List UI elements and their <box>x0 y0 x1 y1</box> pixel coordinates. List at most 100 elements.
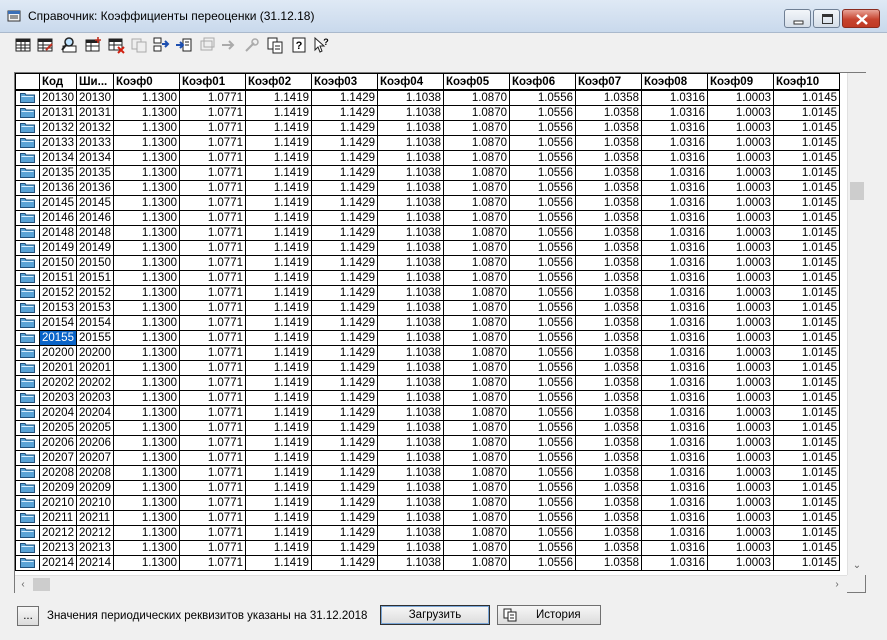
row-folder-cell[interactable] <box>15 405 40 421</box>
coefficient-cell[interactable]: 1.0556 <box>509 270 576 286</box>
table-row[interactable]: 20207 20207 1.1300 1.0771 1.1419 1.1429 1.1038… <box>15 450 840 466</box>
table-row[interactable]: 20151 20151 1.1300 1.0771 1.1419 1.1429 1.1038… <box>15 270 840 286</box>
table-row[interactable]: 20205 20205 1.1300 1.0771 1.1419 1.1429 1.1038… <box>15 420 840 436</box>
coefficient-cell[interactable]: 1.0003 <box>707 360 774 376</box>
coefficient-cell[interactable]: 1.0556 <box>509 285 576 301</box>
coefficient-cell[interactable]: 1.0771 <box>179 480 246 496</box>
coefficient-cell[interactable]: 1.0556 <box>509 105 576 121</box>
coefficient-cell[interactable]: 1.1038 <box>377 150 444 166</box>
table-row[interactable]: 20155 20155 1.1300 1.0771 1.1419 1.1429 1.1038… <box>15 330 840 346</box>
coefficient-cell[interactable]: 1.0556 <box>509 480 576 496</box>
coefficient-cell[interactable]: 1.1419 <box>245 240 312 256</box>
coefficient-cell[interactable]: 1.0771 <box>179 315 246 331</box>
coefficient-cell[interactable]: 1.1300 <box>113 375 180 391</box>
coefficient-cell[interactable]: 1.0316 <box>641 450 708 466</box>
coefficient-cell[interactable]: 1.1419 <box>245 405 312 421</box>
coefficient-cell[interactable]: 1.0003 <box>707 240 774 256</box>
coefficient-cell[interactable]: 1.0358 <box>575 450 642 466</box>
code-cell[interactable]: 20132 <box>39 120 77 136</box>
coefficient-cell[interactable]: 1.0316 <box>641 150 708 166</box>
coefficient-cell[interactable]: 1.0003 <box>707 525 774 541</box>
table-row[interactable]: 20203 20203 1.1300 1.0771 1.1419 1.1429 1.1038… <box>15 390 840 406</box>
coefficient-cell[interactable]: 1.0556 <box>509 255 576 271</box>
coefficient-cell[interactable]: 1.1038 <box>377 165 444 181</box>
cipher-cell[interactable]: 20205 <box>76 420 114 436</box>
coefficient-cell[interactable]: 1.1300 <box>113 89 180 106</box>
coefficient-cell[interactable]: 1.0358 <box>575 390 642 406</box>
coefficient-cell[interactable]: 1.0771 <box>179 345 246 361</box>
horizontal-scroll-thumb[interactable] <box>33 578 50 591</box>
cipher-cell[interactable]: 20208 <box>76 465 114 481</box>
coefficient-cell[interactable]: 1.0316 <box>641 345 708 361</box>
coefficient-cell[interactable]: 1.1429 <box>311 345 378 361</box>
code-cell[interactable]: 20154 <box>39 315 77 331</box>
cipher-cell[interactable]: 20154 <box>76 315 114 331</box>
cipher-cell[interactable]: 20131 <box>76 105 114 121</box>
table-add-icon[interactable] <box>84 36 102 54</box>
scroll-down-icon[interactable]: ⌄ <box>849 557 865 574</box>
column-header[interactable]: Коэф04 <box>377 73 444 91</box>
coefficient-cell[interactable]: 1.0316 <box>641 180 708 196</box>
coefficient-cell[interactable]: 1.1429 <box>311 555 378 571</box>
coefficient-cell[interactable]: 1.0003 <box>707 510 774 526</box>
coefficient-cell[interactable]: 1.1419 <box>245 465 312 481</box>
coefficient-cell[interactable]: 1.1038 <box>377 495 444 511</box>
coefficient-cell[interactable]: 1.1429 <box>311 495 378 511</box>
coefficient-cell[interactable]: 1.1419 <box>245 555 312 571</box>
coefficient-cell[interactable]: 1.1419 <box>245 150 312 166</box>
coefficient-cell[interactable]: 1.1419 <box>245 525 312 541</box>
coefficient-cell[interactable]: 1.0358 <box>575 300 642 316</box>
code-cell[interactable]: 20134 <box>39 150 77 166</box>
code-cell[interactable]: 20148 <box>39 225 77 241</box>
cipher-cell[interactable]: 20207 <box>76 450 114 466</box>
copy-icon[interactable] <box>266 36 284 54</box>
coefficient-cell[interactable]: 1.0358 <box>575 465 642 481</box>
code-cell[interactable]: 20203 <box>39 390 77 406</box>
coefficient-cell[interactable]: 1.1429 <box>311 180 378 196</box>
coefficient-cell[interactable]: 1.1300 <box>113 420 180 436</box>
vertical-scroll-thumb[interactable] <box>850 182 864 200</box>
coefficient-cell[interactable]: 1.1429 <box>311 540 378 556</box>
cipher-cell[interactable]: 20202 <box>76 375 114 391</box>
coefficient-cell[interactable]: 1.0316 <box>641 315 708 331</box>
code-cell[interactable]: 20212 <box>39 525 77 541</box>
cipher-cell[interactable]: 20148 <box>76 225 114 241</box>
coefficient-cell[interactable]: 1.0870 <box>443 165 510 181</box>
coefficient-cell[interactable]: 1.1038 <box>377 300 444 316</box>
coefficient-cell[interactable]: 1.1419 <box>245 375 312 391</box>
title-bar[interactable]: Справочник: Коэффициенты переоценки (31.… <box>0 0 887 33</box>
coefficient-cell[interactable]: 1.1300 <box>113 495 180 511</box>
cipher-cell[interactable]: 20153 <box>76 300 114 316</box>
coefficient-cell[interactable]: 1.0145 <box>773 390 840 406</box>
coefficient-cell[interactable]: 1.1419 <box>245 285 312 301</box>
row-folder-cell[interactable] <box>15 510 40 526</box>
coefficient-cell[interactable]: 1.0556 <box>509 525 576 541</box>
coefficient-cell[interactable]: 1.1429 <box>311 255 378 271</box>
coefficient-cell[interactable]: 1.0145 <box>773 105 840 121</box>
coefficient-cell[interactable]: 1.0358 <box>575 540 642 556</box>
coefficient-cell[interactable]: 1.1300 <box>113 180 180 196</box>
coefficient-cell[interactable]: 1.0358 <box>575 225 642 241</box>
coefficient-cell[interactable]: 1.0771 <box>179 375 246 391</box>
coefficient-cell[interactable]: 1.1429 <box>311 285 378 301</box>
column-header[interactable]: Коэф0 <box>113 73 180 91</box>
coefficient-cell[interactable]: 1.1419 <box>245 315 312 331</box>
coefficient-cell[interactable]: 1.0003 <box>707 180 774 196</box>
row-folder-cell[interactable] <box>15 120 40 136</box>
arrow-disabled-icon[interactable] <box>220 36 238 54</box>
coefficient-cell[interactable]: 1.1429 <box>311 405 378 421</box>
coefficient-cell[interactable]: 1.0556 <box>509 420 576 436</box>
code-cell[interactable]: 20210 <box>39 495 77 511</box>
coefficient-cell[interactable]: 1.0556 <box>509 150 576 166</box>
coefficient-cell[interactable]: 1.1038 <box>377 345 444 361</box>
coefficient-cell[interactable]: 1.0358 <box>575 150 642 166</box>
coefficient-cell[interactable]: 1.1419 <box>245 510 312 526</box>
coefficient-cell[interactable]: 1.1419 <box>245 270 312 286</box>
coefficient-cell[interactable]: 1.0145 <box>773 330 840 346</box>
coefficient-cell[interactable]: 1.1038 <box>377 435 444 451</box>
coefficient-cell[interactable]: 1.1300 <box>113 285 180 301</box>
code-cell[interactable]: 20146 <box>39 210 77 226</box>
code-cell[interactable]: 20204 <box>39 405 77 421</box>
cipher-cell[interactable]: 20209 <box>76 480 114 496</box>
coefficient-cell[interactable]: 1.1300 <box>113 390 180 406</box>
